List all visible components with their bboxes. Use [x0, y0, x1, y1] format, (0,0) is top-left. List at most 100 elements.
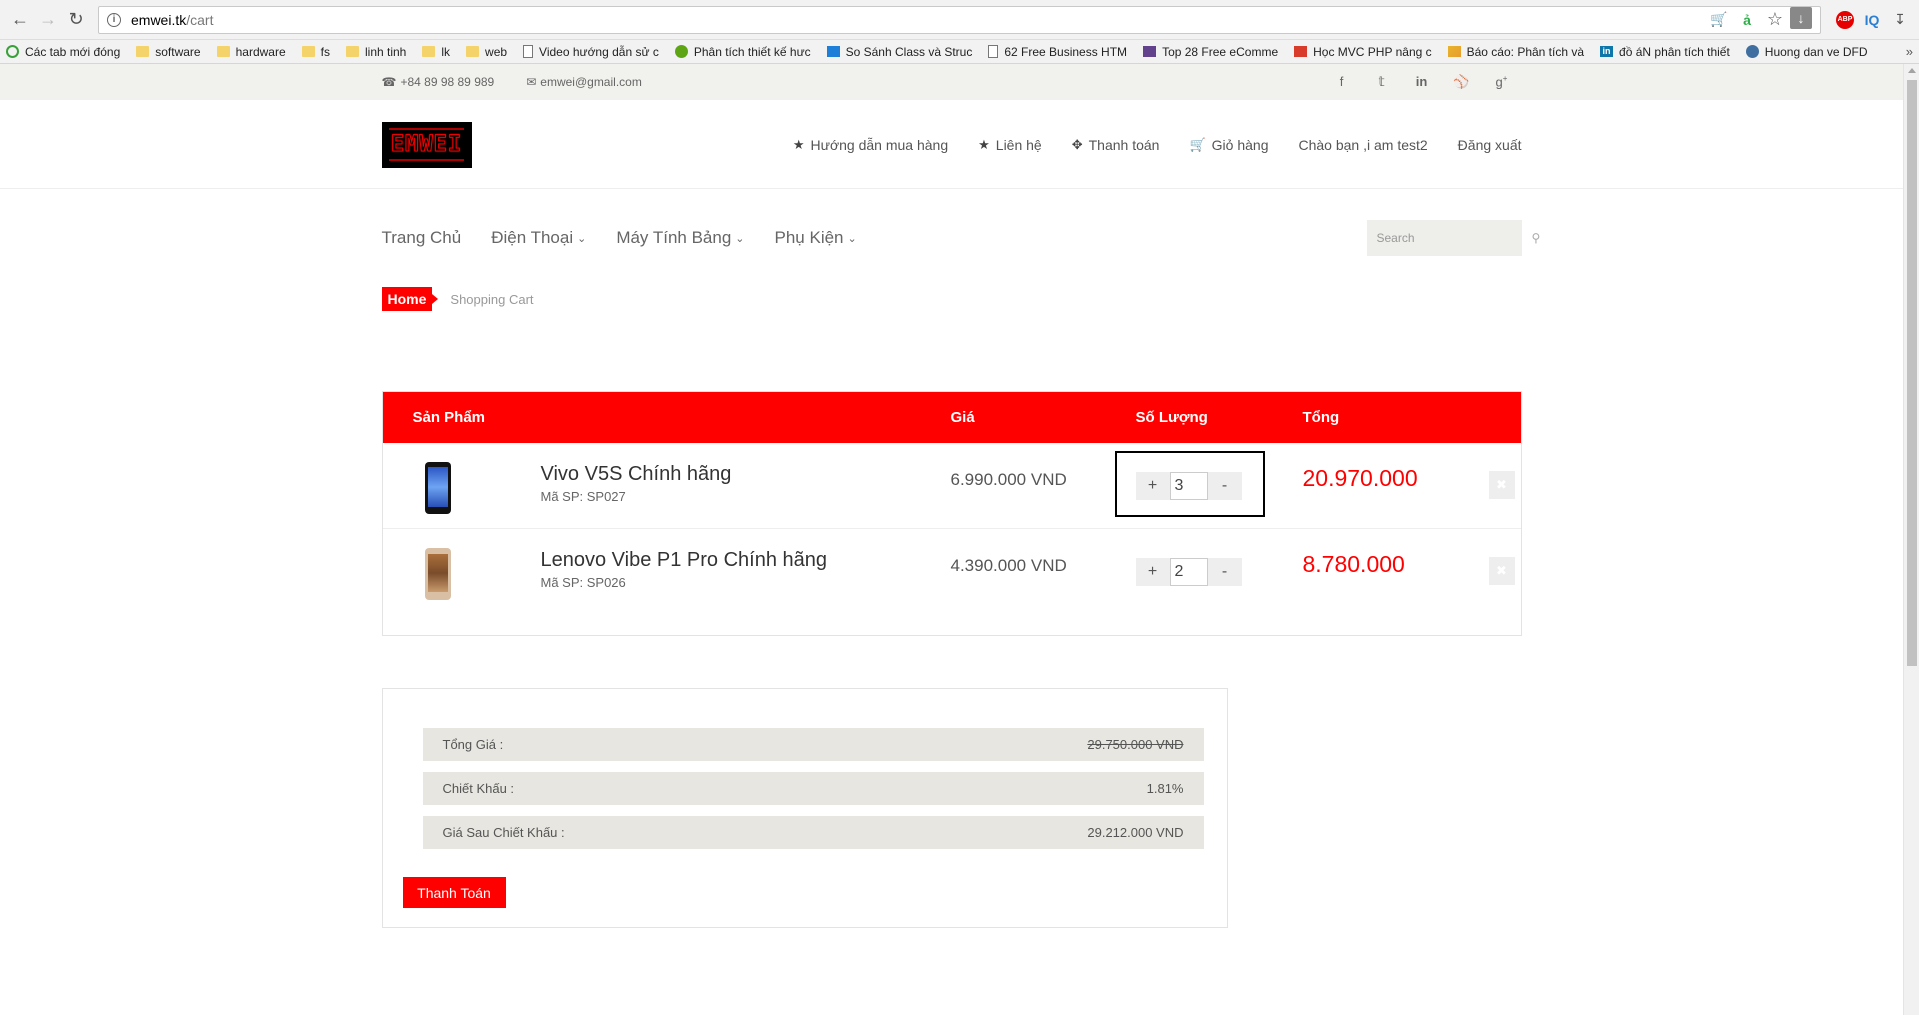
bookmark-item[interactable]: Top 28 Free eComme — [1143, 45, 1278, 59]
nav-accessories[interactable]: Phụ Kiện ⌄ — [775, 228, 857, 248]
remove-item-button[interactable]: ✖ — [1488, 557, 1515, 585]
downloads-icon[interactable]: ↧ — [1887, 7, 1913, 33]
crosshair-icon: ✥ — [1071, 136, 1083, 152]
menu-label: Chào bạn ,i am test2 — [1298, 136, 1428, 153]
folder-icon — [466, 46, 480, 57]
site-logo[interactable]: EMWEI — [381, 121, 472, 168]
product-image[interactable] — [424, 462, 451, 514]
social-links: f 𝕥 in ⚾ g+ — [1322, 74, 1522, 90]
product-name[interactable]: Vivo V5S Chính hãng — [541, 463, 732, 486]
bookmark-item[interactable]: web — [466, 45, 507, 59]
header-product: Sản Phẩm — [412, 409, 486, 426]
translate-extension-icon[interactable]: ả — [1734, 7, 1760, 33]
table-row: Vivo V5S Chính hãng Mã SP: SP027 6.990.0… — [382, 443, 1521, 529]
reload-icon[interactable]: ↻ — [62, 6, 90, 34]
linkedin-icon[interactable]: in — [1402, 74, 1442, 90]
scroll-up-icon[interactable] — [1908, 68, 1916, 73]
blue-icon — [826, 46, 840, 57]
menu-logout[interactable]: Đăng xuất — [1458, 137, 1522, 153]
bookmark-label: fs — [320, 44, 330, 59]
bookmark-label: linh tinh — [364, 44, 407, 59]
bookmark-item[interactable]: lk — [422, 45, 450, 59]
bookmark-item[interactable]: fs — [301, 44, 330, 59]
search-input[interactable] — [1376, 231, 1532, 245]
nav-home[interactable]: Trang Chủ — [382, 228, 462, 248]
decrease-quantity-button[interactable]: - — [1208, 477, 1242, 495]
download-extension-icon[interactable]: ↓ — [1790, 6, 1812, 29]
menu-checkout[interactable]: ✥ Thanh toán — [1072, 137, 1160, 153]
browser-toolbar: ← → ↻ i emwei.tk/cart 🛒 ả ☆ ↓ ABP IQ ↧ — [0, 0, 1919, 40]
bookmark-label: Báo cáo: Phân tích và — [1466, 44, 1585, 59]
search-icon[interactable]: ⚲ — [1532, 231, 1541, 245]
nav-label: Phụ Kiện — [774, 228, 844, 247]
bookmark-item[interactable]: in đồ áN phân tích thiết — [1600, 45, 1730, 59]
increase-quantity-button[interactable]: + — [1136, 563, 1170, 581]
product-name[interactable]: Lenovo Vibe P1 Pro Chính hãng — [541, 549, 828, 572]
bookmark-item[interactable]: Video hướng dẫn sử c — [523, 45, 659, 59]
dribbble-icon[interactable]: ⚾ — [1442, 74, 1482, 90]
nav-label: Trang Chủ — [381, 228, 462, 247]
star-icon: ★ — [792, 136, 805, 152]
subtotal-label: Tổng Giá : — [442, 737, 504, 752]
breadcrumb-home[interactable]: Home — [381, 287, 439, 311]
remove-item-button[interactable]: ✖ — [1488, 471, 1515, 499]
google-plus-icon[interactable]: g+ — [1482, 74, 1522, 90]
cart-icon: 🛒 — [1189, 136, 1206, 152]
bookmark-label: Video hướng dẫn sử c — [539, 44, 659, 59]
quantity-input[interactable] — [1169, 472, 1208, 500]
bookmark-item[interactable]: hardware — [216, 45, 286, 59]
logo-text: EMWEI — [388, 128, 465, 161]
bookmark-item[interactable]: So Sánh Class và Struc — [826, 45, 972, 59]
header-total: Tổng — [1302, 409, 1340, 426]
chevron-down-icon: ⌄ — [847, 232, 857, 245]
bookmarks-overflow-button[interactable]: » — [1906, 44, 1913, 59]
nav-label: Máy Tính Bảng — [616, 228, 732, 247]
menu-label: Giỏ hàng — [1211, 136, 1269, 153]
site-info-icon[interactable]: i — [107, 12, 121, 27]
twitter-icon[interactable]: 𝕥 — [1362, 74, 1402, 90]
email-contact[interactable]: ✉ emwei@gmail.com — [526, 75, 642, 89]
header-menu: ★ Hướng dẫn mua hàng ★ Liên hệ ✥ Thanh toán… — [763, 137, 1522, 153]
menu-cart[interactable]: 🛒 Giỏ hàng — [1189, 137, 1268, 153]
product-image[interactable] — [424, 548, 451, 600]
menu-label: Đăng xuất — [1457, 136, 1522, 153]
checkout-button[interactable]: Thanh Toán — [402, 877, 506, 908]
nav-tablets[interactable]: Máy Tính Bảng ⌄ — [616, 228, 744, 248]
bookmark-item[interactable]: software — [136, 45, 201, 59]
address-bar[interactable]: i emwei.tk/cart 🛒 ả ☆ ↓ — [98, 5, 1821, 34]
bookmark-item[interactable]: Báo cáo: Phân tích và — [1447, 44, 1585, 59]
bookmark-item[interactable]: linh tinh — [345, 44, 407, 59]
bookmark-item[interactable]: Huong dan ve DFD — [1745, 45, 1868, 59]
bookmark-item[interactable]: Học MVC PHP nâng c — [1294, 45, 1432, 59]
forward-icon[interactable]: → — [34, 6, 62, 34]
purple-icon — [1143, 46, 1157, 57]
menu-shopping-guide[interactable]: ★ Hướng dẫn mua hàng — [793, 137, 948, 153]
table-row: Lenovo Vibe P1 Pro Chính hãng Mã SP: SP0… — [383, 529, 1521, 635]
nav-phones[interactable]: Điện Thoại ⌄ — [491, 228, 586, 248]
back-icon[interactable]: ← — [6, 6, 34, 34]
facebook-icon[interactable]: f — [1322, 74, 1362, 90]
bookmark-item[interactable]: 62 Free Business HTM — [988, 45, 1127, 59]
chevron-down-icon: ⌄ — [577, 232, 587, 245]
scrollbar-thumb[interactable] — [1907, 80, 1917, 666]
final-price-label: Giá Sau Chiết Khấu : — [442, 825, 565, 840]
page-icon — [988, 45, 999, 58]
adblock-icon[interactable]: ABP — [1836, 10, 1854, 29]
page-scrollbar[interactable] — [1903, 64, 1919, 1015]
bookmark-item[interactable]: Phân tích thiết kế hưc — [674, 45, 811, 59]
final-price-value: 29.212.000 VND — [1087, 825, 1184, 840]
page: ☎ +84 89 98 89 989 ✉ emwei@gmail.com f 𝕥… — [0, 64, 1903, 1015]
discount-label: Chiết Khấu : — [442, 781, 515, 796]
line-total: 20.970.000 — [1302, 465, 1418, 491]
bookmark-label: đồ áN phân tích thiết — [1619, 44, 1730, 59]
iq-extension-icon[interactable]: IQ — [1859, 7, 1885, 33]
bookmark-star-icon[interactable]: ☆ — [1762, 7, 1788, 33]
line-total: 8.780.000 — [1302, 551, 1405, 577]
menu-user-greeting[interactable]: Chào bạn ,i am test2 — [1298, 137, 1427, 153]
decrease-quantity-button[interactable]: - — [1208, 563, 1242, 581]
menu-contact[interactable]: ★ Liên hệ — [978, 137, 1042, 153]
bookmark-item[interactable]: Các tab mới đóng — [6, 45, 120, 59]
increase-quantity-button[interactable]: + — [1136, 477, 1170, 495]
shopping-cart-extension-icon[interactable]: 🛒 — [1706, 7, 1732, 33]
quantity-input[interactable] — [1169, 558, 1208, 586]
